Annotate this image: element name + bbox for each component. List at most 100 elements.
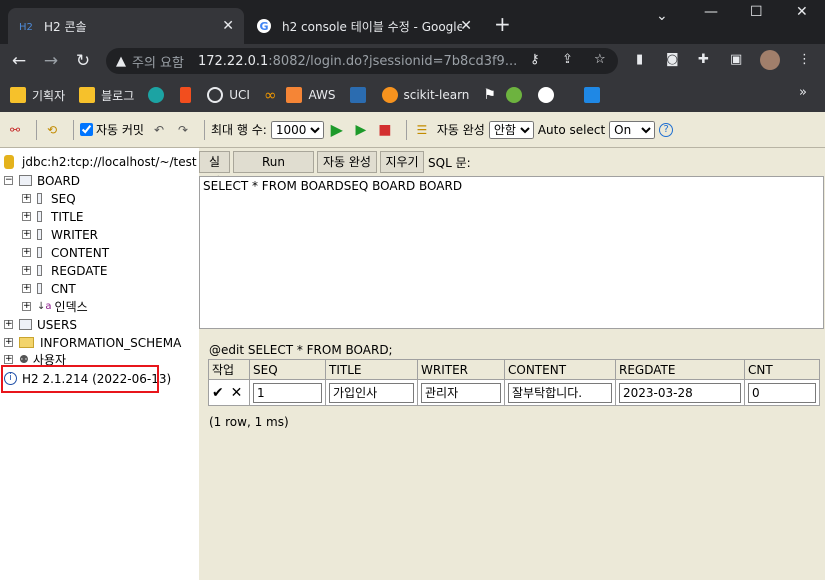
connection-node[interactable]: jdbc:h2:tcp://localhost/~/test bbox=[4, 153, 197, 170]
tree-indexes[interactable]: + ↓a 인덱스 bbox=[22, 298, 88, 315]
infinity-icon: ∞ bbox=[263, 86, 277, 104]
bookmark-infinity[interactable]: ∞ bbox=[264, 86, 277, 104]
column-name: WRITER bbox=[51, 227, 98, 242]
tab-h2-console[interactable]: H2 H2 콘솔 ✕ bbox=[8, 8, 244, 44]
tree-table-users[interactable]: + USERS bbox=[4, 316, 77, 333]
extension-doc-icon[interactable]: ▮ bbox=[636, 52, 643, 67]
expand-icon[interactable]: + bbox=[22, 284, 31, 293]
expand-icon[interactable]: + bbox=[4, 320, 13, 329]
connection-url: jdbc:h2:tcp://localhost/~/test bbox=[22, 154, 197, 169]
run-selected-icon[interactable]: ▶ bbox=[352, 121, 370, 139]
cancel-x-icon[interactable]: ✕ bbox=[231, 385, 243, 401]
address-bar[interactable]: ▲ 주의 요함 172.22.0.1 :8082/login.do?jsessi… bbox=[106, 48, 618, 74]
close-tab-icon[interactable]: ✕ bbox=[460, 18, 472, 34]
bookmark-scikit-learn[interactable]: scikit-learn bbox=[381, 87, 469, 103]
key-icon[interactable]: ⚷ bbox=[530, 52, 540, 67]
maxrows-select[interactable]: 1000 bbox=[270, 120, 324, 139]
cell-cnt bbox=[744, 379, 820, 406]
bookmark-aws[interactable]: AWS bbox=[286, 87, 336, 103]
help-icon[interactable]: ? bbox=[659, 122, 674, 137]
camera-icon[interactable]: ◙ bbox=[666, 52, 679, 67]
forward-button[interactable]: → bbox=[40, 50, 62, 72]
close-window-button[interactable]: ✕ bbox=[796, 4, 808, 20]
content-input[interactable] bbox=[508, 382, 612, 403]
url-host: 172.22.0.1 bbox=[197, 53, 269, 69]
maximize-button[interactable]: ☐ bbox=[750, 4, 763, 20]
bookmark-xapp[interactable] bbox=[583, 87, 606, 103]
regdate-input[interactable] bbox=[619, 382, 741, 403]
flag-icon: ⚑ bbox=[483, 87, 496, 103]
collapse-icon[interactable]: − bbox=[4, 176, 13, 185]
clear-button[interactable]: 지우기 bbox=[380, 151, 424, 173]
expand-icon[interactable]: + bbox=[22, 212, 31, 221]
tab-google-search[interactable]: G h2 console 테이블 수정 - Google ✕ bbox=[246, 8, 482, 44]
sql-editor[interactable]: SELECT * FROM BOARDSEQ BOARD BOARD bbox=[199, 176, 824, 329]
refresh-icon[interactable]: ⟲ bbox=[43, 121, 61, 139]
folder-icon bbox=[19, 337, 34, 348]
column-icon bbox=[37, 247, 42, 258]
cnt-input[interactable] bbox=[748, 382, 816, 403]
writer-input[interactable] bbox=[421, 382, 501, 403]
history-icon[interactable]: ☰ bbox=[413, 121, 431, 139]
github-icon bbox=[537, 87, 554, 103]
autocomplete-button[interactable]: 자동 완성 bbox=[317, 151, 377, 173]
seq-input[interactable] bbox=[253, 382, 322, 403]
expand-icon[interactable]: + bbox=[4, 355, 13, 364]
expand-icon[interactable]: + bbox=[22, 230, 31, 239]
column-header-action: 작업 bbox=[208, 359, 250, 380]
bookmark-uci[interactable]: UCI bbox=[207, 87, 250, 103]
autoselect-select[interactable]: On bbox=[609, 120, 656, 139]
expand-icon[interactable]: + bbox=[22, 302, 31, 311]
bookmark-msa[interactable] bbox=[349, 87, 372, 103]
more-bookmarks-icon[interactable]: » bbox=[799, 85, 807, 100]
expand-icon[interactable]: + bbox=[22, 266, 31, 275]
title-input[interactable] bbox=[329, 382, 414, 403]
column-name: SEQ bbox=[51, 191, 76, 206]
bookmark-flag[interactable]: ⚑ bbox=[483, 87, 496, 103]
rollback-icon[interactable]: ↶ bbox=[150, 121, 168, 139]
stop-icon[interactable]: ■ bbox=[376, 121, 394, 139]
run-icon[interactable]: ▶ bbox=[328, 120, 346, 139]
puzzle-icon[interactable]: ✚ bbox=[698, 52, 709, 67]
expand-icon[interactable]: + bbox=[4, 338, 13, 347]
autocommit-checkbox[interactable] bbox=[80, 123, 93, 136]
close-tab-icon[interactable]: ✕ bbox=[222, 18, 234, 34]
tree-column-cnt[interactable]: + CNT bbox=[22, 280, 76, 297]
reload-button[interactable]: ↻ bbox=[72, 50, 94, 72]
autocomplete-select[interactable]: 안함 bbox=[488, 120, 534, 139]
msa-icon bbox=[349, 87, 366, 103]
tree-column-writer[interactable]: + WRITER bbox=[22, 226, 98, 243]
menu-kebab-icon[interactable]: ⋮ bbox=[798, 52, 811, 67]
share-icon[interactable]: ⇪ bbox=[562, 52, 573, 67]
tree-column-content[interactable]: + CONTENT bbox=[22, 244, 109, 261]
expand-icon[interactable]: + bbox=[22, 248, 31, 257]
side-panel-icon[interactable]: ▣ bbox=[730, 52, 742, 67]
bookmark-edge[interactable] bbox=[148, 87, 170, 103]
commit-icon[interactable]: ↷ bbox=[174, 121, 192, 139]
tree-column-regdate[interactable]: + REGDATE bbox=[22, 262, 107, 279]
expand-icon[interactable]: + bbox=[22, 194, 31, 203]
bookmark-folder-blog[interactable]: 블로그 bbox=[79, 87, 134, 104]
column-header-writer: WRITER bbox=[417, 359, 505, 380]
bookmark-github[interactable] bbox=[537, 87, 560, 103]
bookmark-figma[interactable] bbox=[180, 87, 197, 103]
execute-button[interactable]: 실행 bbox=[199, 151, 230, 189]
run-selected-button[interactable]: Run Selected bbox=[233, 151, 314, 189]
tree-information-schema[interactable]: + INFORMATION_SCHEMA bbox=[4, 334, 181, 351]
save-check-icon[interactable]: ✔ bbox=[212, 385, 224, 401]
schema-tree: jdbc:h2:tcp://localhost/~/test − BOARD +… bbox=[0, 148, 199, 580]
tab-search-icon[interactable]: ⌄ bbox=[656, 8, 668, 24]
bookmark-folder-planner[interactable]: 기획자 bbox=[10, 87, 65, 104]
bookmark-star-icon[interactable]: ☆ bbox=[594, 52, 606, 67]
new-tab-button[interactable]: + bbox=[494, 14, 511, 34]
bookmark-spring[interactable] bbox=[505, 87, 528, 103]
disconnect-icon[interactable]: ⚯ bbox=[6, 121, 24, 139]
back-button[interactable]: ← bbox=[8, 50, 30, 72]
tree-column-title[interactable]: + TITLE bbox=[22, 208, 83, 225]
minimize-button[interactable]: — bbox=[704, 4, 718, 20]
svg-text:G: G bbox=[260, 20, 269, 33]
tree-column-seq[interactable]: + SEQ bbox=[22, 190, 76, 207]
column-header-title: TITLE bbox=[325, 359, 418, 380]
avatar[interactable] bbox=[760, 50, 780, 70]
tree-table-board[interactable]: − BOARD bbox=[4, 172, 80, 189]
